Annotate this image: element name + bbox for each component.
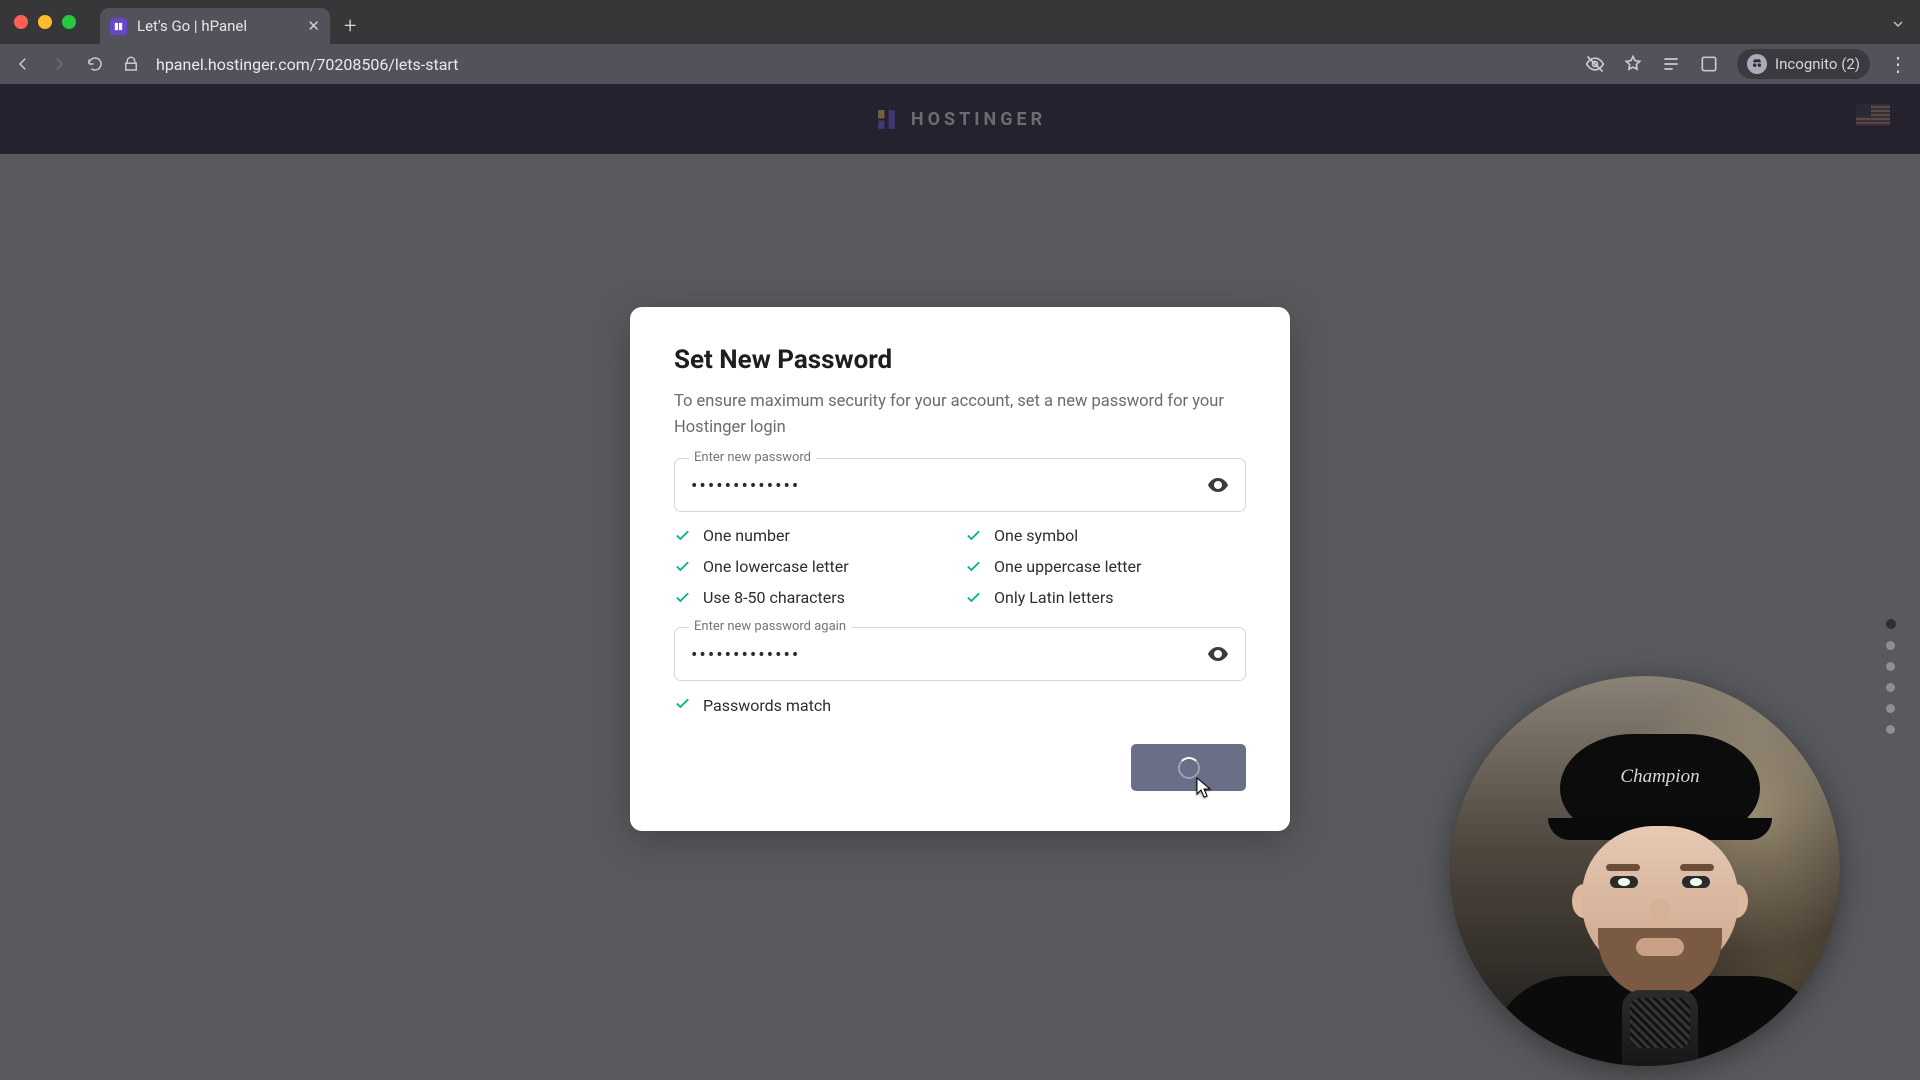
progress-dot[interactable] (1886, 683, 1895, 692)
progress-dot[interactable] (1886, 662, 1895, 671)
browser-toolbar: hpanel.hostinger.com/70208506/lets-start… (0, 44, 1920, 84)
window-traffic-lights[interactable] (14, 15, 76, 29)
tab-close-button[interactable]: ✕ (307, 17, 320, 35)
address-bar[interactable]: hpanel.hostinger.com/70208506/lets-start (156, 55, 1571, 74)
window-zoom-button[interactable] (62, 15, 76, 29)
brand-name: HOSTINGER (911, 109, 1046, 130)
req-label: One symbol (994, 526, 1078, 545)
hostinger-logo-icon (874, 107, 899, 132)
confirm-password-input[interactable] (675, 628, 1185, 680)
modal-subtitle: To ensure maximum security for your acco… (674, 389, 1246, 440)
req-one-lowercase: One lowercase letter (674, 557, 955, 576)
eye-off-icon[interactable] (1585, 54, 1605, 74)
progress-dot[interactable] (1886, 704, 1895, 713)
toggle-password-visibility-button[interactable] (1205, 472, 1231, 498)
loading-spinner-icon (1178, 757, 1200, 779)
site-info-icon[interactable] (120, 53, 142, 75)
reading-list-icon[interactable] (1661, 54, 1681, 74)
passwords-match-row: Passwords match (674, 695, 1246, 716)
browser-tab[interactable]: Let's Go | hPanel ✕ (100, 8, 330, 44)
req-label: One uppercase letter (994, 557, 1141, 576)
tab-favicon (110, 18, 127, 35)
modal-title: Set New Password (674, 345, 1246, 375)
window-close-button[interactable] (14, 15, 28, 29)
req-latin: Only Latin letters (965, 588, 1246, 607)
forward-button[interactable] (48, 53, 70, 75)
req-label: Only Latin letters (994, 588, 1114, 607)
browser-menu-button[interactable]: ⋮ (1888, 52, 1908, 76)
check-icon (965, 527, 982, 544)
req-one-number: One number (674, 526, 955, 545)
check-icon (674, 695, 691, 716)
incognito-indicator[interactable]: Incognito (2) (1737, 49, 1870, 79)
check-icon (965, 589, 982, 606)
req-length: Use 8-50 characters (674, 588, 955, 607)
check-icon (965, 558, 982, 575)
incognito-icon (1747, 54, 1767, 74)
new-tab-button[interactable]: + (344, 14, 356, 39)
req-label: One lowercase letter (703, 557, 849, 576)
locale-flag-overlay (1856, 104, 1890, 126)
confirm-password-label: Enter new password again (689, 619, 851, 634)
check-icon (674, 589, 691, 606)
page-progress-dots[interactable] (1886, 619, 1896, 734)
progress-dot[interactable] (1886, 641, 1895, 650)
check-icon (674, 558, 691, 575)
window-minimize-button[interactable] (38, 15, 52, 29)
tab-title: Let's Go | hPanel (137, 17, 247, 35)
browser-tabstrip: Let's Go | hPanel ✕ + (0, 0, 1920, 44)
req-one-uppercase: One uppercase letter (965, 557, 1246, 576)
page-viewport: HOSTINGER Set New Password To ensure max… (0, 84, 1920, 1080)
reload-button[interactable] (84, 53, 106, 75)
req-label: One number (703, 526, 790, 545)
confirm-password-field[interactable]: Enter new password again (674, 627, 1246, 681)
bookmark-star-icon[interactable] (1623, 54, 1643, 74)
req-one-symbol: One symbol (965, 526, 1246, 545)
new-password-label: Enter new password (689, 450, 816, 465)
new-password-field[interactable]: Enter new password (674, 458, 1246, 512)
toggle-confirm-visibility-button[interactable] (1205, 641, 1231, 667)
passwords-match-label: Passwords match (703, 696, 831, 715)
set-password-modal: Set New Password To ensure maximum secur… (630, 307, 1290, 831)
brand-logo[interactable]: HOSTINGER (874, 107, 1046, 132)
progress-dot[interactable] (1886, 619, 1896, 629)
extensions-icon[interactable] (1699, 54, 1719, 74)
tab-overflow-button[interactable] (1890, 16, 1906, 36)
confirm-button[interactable] (1131, 744, 1246, 791)
back-button[interactable] (12, 53, 34, 75)
new-password-input[interactable] (675, 459, 1185, 511)
check-icon (674, 527, 691, 544)
webcam-overlay: —— (1450, 676, 1840, 1066)
req-label: Use 8-50 characters (703, 588, 845, 607)
site-header: HOSTINGER (0, 84, 1920, 154)
progress-dot[interactable] (1886, 725, 1895, 734)
incognito-label: Incognito (2) (1775, 55, 1860, 73)
password-requirements: One number One symbol One lowercase lett… (674, 526, 1246, 607)
